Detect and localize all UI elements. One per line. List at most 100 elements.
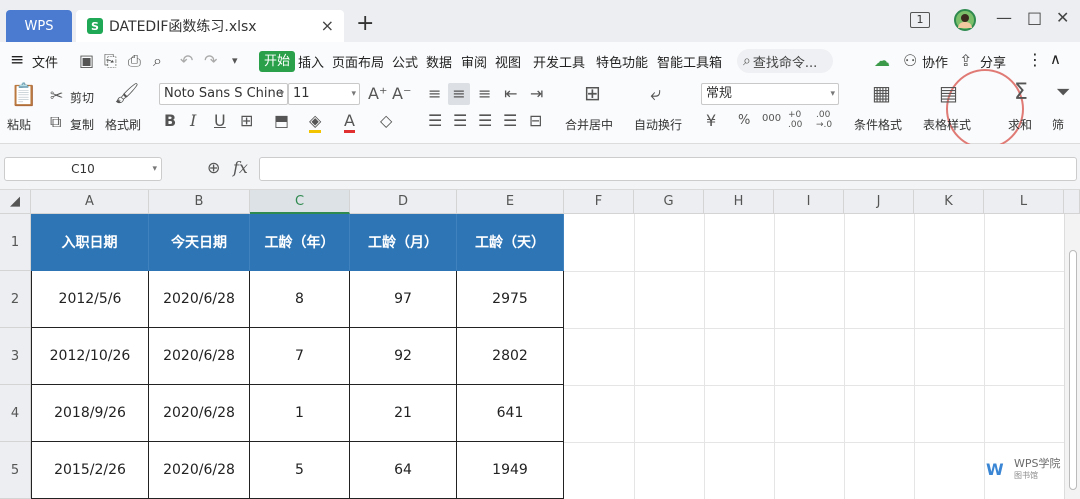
currency-button[interactable]: ¥: [706, 112, 716, 130]
table-cell[interactable]: 7: [250, 328, 350, 385]
align-top-icon[interactable]: ≡: [428, 85, 441, 103]
column-header-g[interactable]: G: [634, 190, 704, 214]
align-bottom-icon[interactable]: ≡: [478, 85, 491, 103]
fx-icon[interactable]: fx: [233, 159, 248, 177]
maximize-icon[interactable]: □: [1027, 8, 1042, 27]
column-header-e[interactable]: E: [457, 190, 564, 214]
bold-button[interactable]: B: [164, 112, 176, 130]
vertical-scrollbar[interactable]: [1064, 214, 1080, 499]
page-indicator-icon[interactable]: 1: [910, 12, 930, 28]
copy-icon[interactable]: ⧉: [50, 113, 61, 131]
name-box[interactable]: C10 ▾: [4, 157, 162, 181]
row-header-3[interactable]: 3: [0, 328, 31, 385]
merge-center-label[interactable]: 合并居中: [565, 116, 613, 133]
cut-label[interactable]: 剪切: [70, 89, 94, 106]
column-header-i[interactable]: I: [774, 190, 844, 214]
menu-tab-data[interactable]: 数据: [426, 52, 452, 71]
row-header-1[interactable]: 1: [0, 214, 31, 271]
table-header-cell[interactable]: 工龄（年）: [250, 214, 350, 271]
avatar[interactable]: [954, 9, 976, 31]
share-icon[interactable]: ⇪: [959, 52, 972, 70]
redo-icon[interactable]: ↷: [204, 52, 217, 70]
table-cell[interactable]: 641: [457, 385, 564, 442]
undo-icon[interactable]: ↶: [180, 52, 193, 70]
filter-label[interactable]: 筛: [1052, 116, 1064, 133]
table-cell[interactable]: 2020/6/28: [149, 271, 250, 328]
conditional-format-label[interactable]: 条件格式: [854, 116, 902, 133]
clear-format-icon[interactable]: ◇: [380, 112, 392, 130]
select-all-corner[interactable]: ◢: [0, 190, 31, 214]
borders-icon[interactable]: ⊞: [240, 112, 253, 130]
menu-file[interactable]: 文件: [32, 52, 58, 71]
font-color-icon[interactable]: A: [344, 112, 355, 133]
conditional-format-icon[interactable]: ▦: [872, 83, 891, 103]
thousands-button[interactable]: 000: [762, 110, 781, 128]
justify-icon[interactable]: ☰: [503, 112, 517, 130]
menu-tab-insert[interactable]: 插入: [298, 52, 324, 71]
align-left-icon[interactable]: ☰: [428, 112, 442, 130]
italic-button[interactable]: I: [190, 112, 196, 130]
column-header-b[interactable]: B: [149, 190, 250, 214]
table-style-label[interactable]: 表格样式: [923, 116, 971, 133]
table-cell[interactable]: 2012/5/6: [31, 271, 149, 328]
fill-shape-icon[interactable]: ⬒: [274, 112, 289, 130]
menu-tab-smart-tools[interactable]: 智能工具箱: [657, 52, 722, 71]
zoom-formula-icon[interactable]: ⊕: [207, 159, 220, 177]
menu-tab-review[interactable]: 审阅: [461, 52, 487, 71]
new-tab-button[interactable]: +: [356, 12, 374, 36]
font-name-select[interactable]: Noto Sans S Chine ▾: [159, 83, 288, 105]
sum-label[interactable]: 求和: [1008, 116, 1032, 133]
table-cell[interactable]: 2018/9/26: [31, 385, 149, 442]
copy-label[interactable]: 复制: [70, 116, 94, 133]
cut-icon[interactable]: ✂: [50, 87, 63, 105]
underline-button[interactable]: U: [214, 112, 226, 130]
menu-tab-formula[interactable]: 公式: [392, 52, 418, 71]
column-header-c[interactable]: C: [250, 190, 350, 214]
row-header-5[interactable]: 5: [0, 442, 31, 499]
sum-icon[interactable]: Σ: [1014, 82, 1028, 104]
menu-tab-start[interactable]: 开始: [259, 51, 296, 72]
table-cell[interactable]: 2015/2/26: [31, 442, 149, 499]
more-options-icon[interactable]: ⋮: [1027, 50, 1043, 69]
table-header-cell[interactable]: 工龄（天）: [457, 214, 564, 271]
save-icon[interactable]: ▣: [79, 52, 94, 70]
minimize-icon[interactable]: —: [996, 8, 1012, 27]
collaborate-icon[interactable]: ⚇: [903, 52, 917, 70]
percent-button[interactable]: %: [738, 112, 750, 130]
menu-tab-page-layout[interactable]: 页面布局: [332, 52, 384, 71]
print-icon[interactable]: ⎙: [128, 52, 141, 70]
table-cell[interactable]: 64: [350, 442, 457, 499]
collapse-ribbon-icon[interactable]: ∧: [1050, 50, 1061, 68]
table-style-icon[interactable]: ▤: [939, 83, 958, 103]
close-tab-icon[interactable]: ×: [321, 16, 334, 35]
fill-color-icon[interactable]: ◈: [309, 112, 322, 133]
column-header-h[interactable]: H: [704, 190, 774, 214]
formula-input[interactable]: [259, 157, 1077, 181]
distributed-align-icon[interactable]: ⊟: [529, 112, 542, 130]
table-cell[interactable]: 2020/6/28: [149, 328, 250, 385]
paste-icon[interactable]: 📋: [10, 84, 37, 108]
wrap-text-icon[interactable]: ⤶: [650, 83, 661, 103]
table-cell[interactable]: 1: [250, 385, 350, 442]
export-pdf-icon[interactable]: ⎘: [104, 52, 117, 70]
close-window-icon[interactable]: ✕: [1056, 8, 1069, 27]
decrease-font-icon[interactable]: A⁻: [392, 85, 411, 103]
table-cell[interactable]: 2020/6/28: [149, 385, 250, 442]
scrollbar-thumb[interactable]: [1069, 250, 1077, 490]
table-cell[interactable]: 5: [250, 442, 350, 499]
hamburger-icon[interactable]: ≡: [10, 50, 24, 70]
wps-home-tab[interactable]: WPS: [6, 10, 72, 42]
menu-tab-view[interactable]: 视图: [495, 52, 521, 71]
format-painter-label[interactable]: 格式刷: [105, 116, 141, 133]
format-painter-icon[interactable]: 🖌: [114, 83, 139, 103]
column-header-d[interactable]: D: [350, 190, 457, 214]
align-middle-button[interactable]: ≡: [448, 83, 470, 105]
indent-decrease-icon[interactable]: ⇤: [504, 85, 517, 103]
collaborate-button[interactable]: 协作: [922, 52, 948, 71]
increase-decimal-button[interactable]: +0 .00: [788, 110, 812, 130]
table-cell[interactable]: 92: [350, 328, 457, 385]
row-header-4[interactable]: 4: [0, 385, 31, 442]
align-right-icon[interactable]: ☰: [478, 112, 492, 130]
paste-label[interactable]: 粘贴: [7, 116, 31, 133]
increase-font-icon[interactable]: A⁺: [368, 85, 387, 103]
